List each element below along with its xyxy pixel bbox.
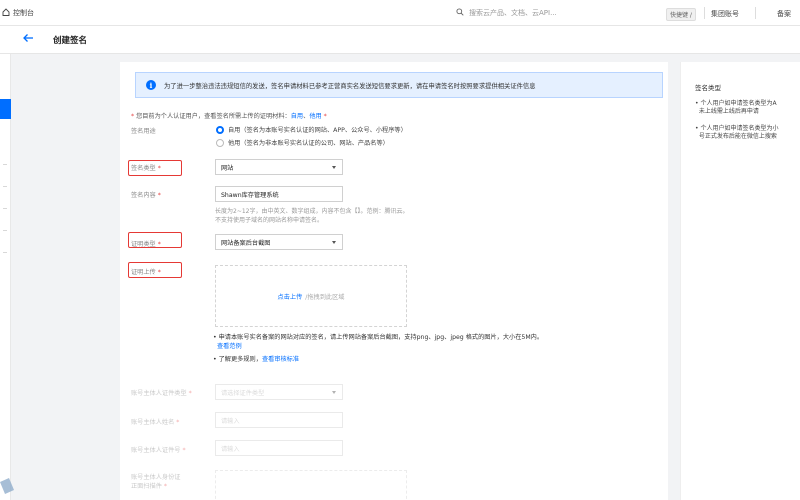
hint-text: 您目前为个人认证用户，查看签名所需上传的证明材料： (136, 113, 291, 120)
group-account-link[interactable]: 集团账号 (711, 9, 739, 19)
holder-id-no-input[interactable]: 请输入 (215, 440, 343, 456)
holder-id-type-select[interactable]: 请选择证件类型 (215, 384, 343, 400)
console-home-label: 控制台 (13, 8, 34, 17)
sign-content-value: Shawn库存管理系统 (221, 191, 279, 199)
upload-note: • 申请本账号实名备案的网站对应的签名，请上传网站备案后台截图，支持png、jp… (213, 334, 544, 350)
left-nav-item[interactable] (3, 252, 7, 253)
left-nav-item[interactable] (3, 208, 7, 209)
global-search-input[interactable]: 搜索云产品、文档、云API... (456, 6, 696, 20)
left-nav-rail (0, 54, 11, 500)
holder-id-photo-label: 账号主体人身份证 正面扫描件 * (131, 474, 181, 490)
left-nav-item[interactable] (3, 164, 7, 165)
cert-upload-dropzone[interactable]: 点击上传 /拖拽到此区域 (215, 265, 407, 327)
sign-type-select[interactable]: 网站 (215, 159, 343, 175)
info-icon: i (146, 80, 156, 90)
notice-text: 为了进一步整治违法违规短信的发送，签名申请材料已参考正营商实名发送短信要求更新，… (164, 82, 536, 90)
purpose-self-label: 自用（签名为本账号实名认证的网站、APP、公众号、小程序等） (228, 127, 407, 134)
cert-type-highlight (128, 232, 182, 248)
help-title: 签名类型 (695, 84, 721, 92)
console-home-link[interactable]: 控制台 (0, 7, 34, 18)
form-panel: i 为了进一步整治违法违规短信的发送，签名申请材料已参考正营商实名发送短信要求更… (120, 62, 668, 500)
topbar-divider (755, 7, 756, 19)
cert-upload-highlight (128, 262, 182, 278)
upload-link[interactable]: 点击上传 (278, 292, 303, 301)
more-rules: • 了解更多规则，查看审核标准 (213, 356, 300, 363)
filing-link[interactable]: 备案 (777, 9, 791, 19)
shortcut-hint-badge: 快捷键 / (666, 8, 696, 21)
left-nav-item[interactable] (3, 230, 7, 231)
review-standard-link[interactable]: 查看审核标准 (262, 356, 299, 363)
purpose-label: 签名用途 (131, 128, 156, 135)
chevron-down-icon (332, 166, 336, 169)
cert-type-value: 网站备案后台截图 (221, 239, 271, 247)
help-item: • 个人用户如申请签名类型为A 未上线需上线后再申请 (695, 100, 777, 115)
purpose-radio-other[interactable]: 他用（签名为非本账号实名认证的公司、网站、产品名等） (216, 138, 389, 147)
left-nav-item[interactable] (3, 186, 7, 187)
top-bar: 控制台 搜索云产品、文档、云API... 快捷键 / 集团账号 备案 (0, 0, 800, 26)
help-item: • 个人用户如申请签名类型为小 号正式发布后能在微信上搜索 (695, 125, 779, 140)
back-button[interactable] (22, 32, 36, 46)
sign-content-desc: 长度为2~12字，由中英文、数字组成，内容不包含【】。范例：腾讯云。 不支持使用… (215, 208, 409, 224)
purpose-other-label: 他用（签名为非本账号实名认证的公司、网站、产品名等） (228, 140, 389, 147)
holder-name-input[interactable]: 请输入 (215, 412, 343, 428)
other-use-link[interactable]: 他用 (309, 113, 321, 120)
upload-hint: /拖拽到此区域 (305, 293, 345, 301)
self-use-link[interactable]: 自用 (291, 113, 303, 120)
page-header: 创建签名 (0, 26, 800, 54)
sign-content-label: 签名内容 * (131, 192, 161, 199)
chevron-down-icon (332, 241, 336, 244)
holder-id-photo-dropzone[interactable] (215, 470, 407, 500)
brand-logo (0, 476, 16, 496)
holder-name-label: 账号主体人姓名 * (131, 419, 180, 426)
left-nav-active-item[interactable] (0, 99, 11, 119)
view-example-link[interactable]: 查看范例 (217, 343, 242, 350)
notice-banner: i 为了进一步整治违法违规短信的发送，签名申请材料已参考正营商实名发送短信要求更… (135, 72, 663, 98)
hint-suffix: * (321, 113, 327, 120)
topbar-divider (704, 7, 705, 19)
sign-content-input[interactable]: Shawn库存管理系统 (215, 186, 343, 202)
purpose-radio-self[interactable]: 自用（签名为本账号实名认证的网站、APP、公众号、小程序等） (216, 125, 407, 134)
arrow-left-icon (22, 33, 34, 47)
holder-id-no-label: 账号主体人证件号 * (131, 447, 186, 454)
home-icon (2, 7, 13, 18)
radio-unchecked-icon (216, 138, 224, 147)
cert-hint: * 您目前为个人认证用户，查看签名所需上传的证明材料：自用、他用 * (131, 111, 327, 120)
search-icon (456, 8, 469, 18)
radio-checked-icon (216, 125, 224, 134)
holder-id-type-label: 账号主体人证件类型 * (131, 390, 192, 397)
search-placeholder: 搜索云产品、文档、云API... (469, 9, 557, 17)
sign-type-highlight (128, 160, 182, 176)
sign-type-value: 网站 (221, 164, 234, 172)
cert-type-select[interactable]: 网站备案后台截图 (215, 234, 343, 250)
help-panel: 签名类型 • 个人用户如申请签名类型为A 未上线需上线后再申请 • 个人用户如申… (680, 62, 800, 500)
page-title: 创建签名 (53, 36, 88, 46)
chevron-down-icon (332, 391, 336, 394)
